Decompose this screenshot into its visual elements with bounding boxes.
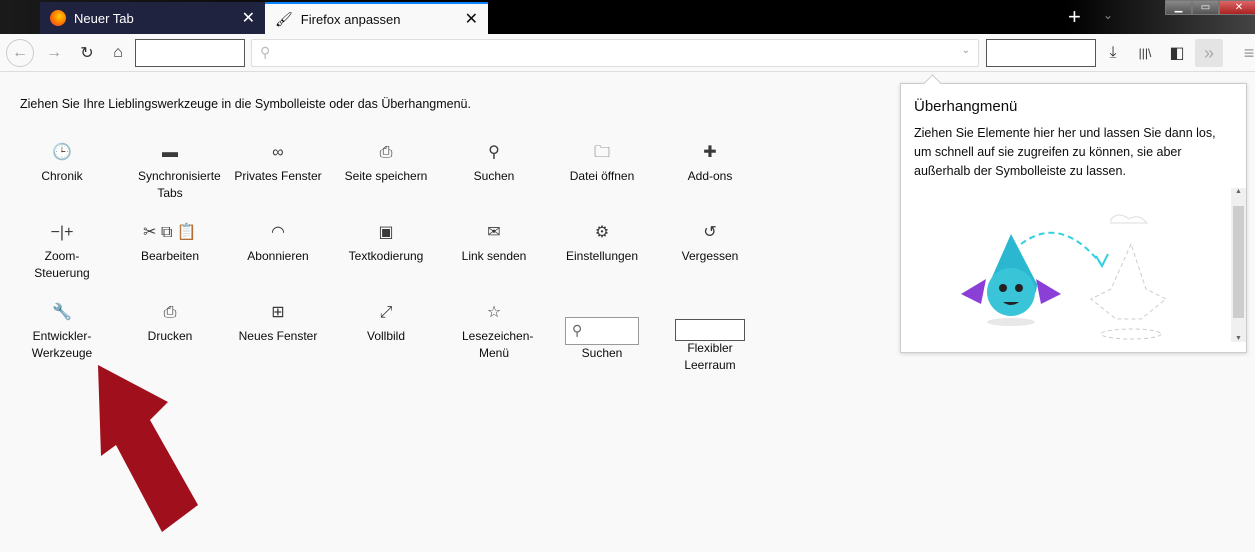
bookmarks-menu-icon: ☆ <box>486 303 502 321</box>
library-icon[interactable]: |||\ <box>1132 40 1158 66</box>
palette-item-search[interactable]: ⚲ Suchen <box>440 141 548 185</box>
palette-item-fullscreen[interactable]: ⤢ Vollbild <box>332 301 440 345</box>
forget-icon: ↺ <box>703 223 717 241</box>
maximize-button[interactable]: ▭ <box>1192 0 1219 15</box>
tab-firefox-anpassen[interactable]: 🖌 Firefox anpassen ✕ <box>265 2 488 34</box>
palette-item-preferences[interactable]: ⚙ Einstellungen <box>548 221 656 265</box>
palette-item-forget[interactable]: ↺ Vergessen <box>656 221 764 265</box>
palette-item-save-page[interactable]: ⎙ Seite speichern <box>332 141 440 185</box>
palette-item-text-encoding[interactable]: ▣ Textkodierung <box>332 221 440 265</box>
panel-description: Ziehen Sie Elemente hier her und lassen … <box>914 126 1216 178</box>
palette-item-label: Vergessen <box>681 249 739 263</box>
search-icon: ⚲ <box>488 143 500 161</box>
palette-item-label: Lesezeichen-Menü <box>462 329 534 360</box>
palette-item-open-file[interactable]: 🗀 Datei öffnen <box>548 141 656 185</box>
minimize-button[interactable]: ▁ <box>1165 0 1192 15</box>
scrollbar-thumb[interactable] <box>1233 206 1244 318</box>
palette-item-search-box[interactable]: ⚲ Suchen <box>548 302 656 362</box>
palette-item-addons[interactable]: ✚ Add-ons <box>656 141 764 185</box>
palette-item-label: Textkodierung <box>348 249 424 263</box>
email-link-icon: ✉ <box>487 223 501 241</box>
palette-item-label: Suchen <box>581 346 623 360</box>
brush-icon: 🖌 <box>275 10 293 27</box>
search-icon: ⚲ <box>260 44 271 60</box>
text-encoding-icon: ▣ <box>378 223 394 241</box>
overflow-panel: Überhangmenü Ziehen Sie Elemente hier he… <box>900 83 1247 353</box>
new-tab-button[interactable]: + <box>1068 4 1081 30</box>
overflow-button[interactable]: » <box>1195 39 1223 67</box>
tab-label: Firefox anpassen <box>300 11 401 27</box>
panel-scrollbar[interactable]: ▲ ▼ <box>1231 188 1246 342</box>
url-bar[interactable]: ⚲ ⌄ <box>251 39 979 67</box>
chevron-down-icon[interactable]: ⌄ <box>962 45 970 56</box>
scroll-down-icon[interactable]: ▼ <box>1235 335 1242 342</box>
dragon-illustration <box>961 214 1167 340</box>
palette-item-email-link[interactable]: ✉ Link senden <box>440 221 548 265</box>
addons-icon: ✚ <box>703 143 717 161</box>
menu-icon[interactable]: ≡ <box>1236 40 1255 66</box>
palette-item-label: Link senden <box>461 249 527 263</box>
sidebar-icon[interactable]: ◧ <box>1164 40 1190 66</box>
scroll-up-icon[interactable]: ▲ <box>1235 188 1242 195</box>
panel-title: Überhangmenü <box>914 98 1018 115</box>
close-window-button[interactable]: ✕ <box>1219 0 1255 15</box>
palette-item-label: Vollbild <box>366 329 406 343</box>
search-field[interactable] <box>986 39 1096 67</box>
search-box-icon: ⚲ <box>565 317 639 345</box>
tab-list-chevron-icon[interactable]: ⌄ <box>1103 8 1113 22</box>
palette-item-bookmarks-menu[interactable]: ☆ Lesezeichen-Menü <box>440 301 548 362</box>
annotation-arrow <box>98 365 198 532</box>
open-file-icon: 🗀 <box>593 143 610 161</box>
download-icon[interactable]: ⤓ <box>1100 40 1126 66</box>
palette-item-label: Flexibler Leerraum <box>684 341 736 372</box>
palette-item-label: Datei öffnen <box>569 169 635 183</box>
palette-item-label: Add-ons <box>687 169 733 183</box>
preferences-icon: ⚙ <box>594 223 610 241</box>
save-page-icon: ⎙ <box>379 143 393 161</box>
palette-item-label: Suchen <box>473 169 515 183</box>
palette-item-flexible-space[interactable]: Flexibler Leerraum <box>656 301 764 374</box>
close-tab-icon[interactable]: ✕ <box>465 9 478 29</box>
fullscreen-icon: ⤢ <box>379 303 393 321</box>
palette-item-label: Seite speichern <box>344 169 428 183</box>
red-arrow-shape <box>98 365 198 532</box>
palette-item-label: Einstellungen <box>565 249 639 263</box>
flexible-space-icon <box>675 319 745 341</box>
